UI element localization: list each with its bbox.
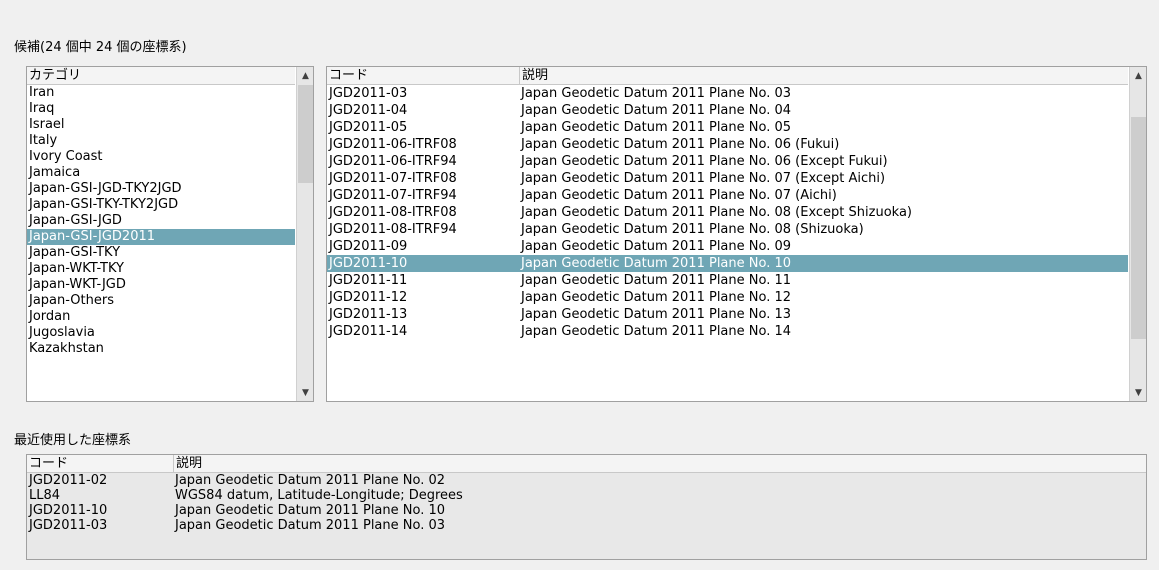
system-description: Japan Geodetic Datum 2011 Plane No. 13 bbox=[521, 307, 792, 322]
system-table-header: コード 説明 bbox=[327, 67, 1128, 85]
recent-table-header: コード 説明 bbox=[27, 455, 1146, 473]
system-description: Japan Geodetic Datum 2011 Plane No. 06 (… bbox=[521, 137, 840, 152]
system-description: Japan Geodetic Datum 2011 Plane No. 11 bbox=[521, 273, 792, 288]
category-item[interactable]: Japan-WKT-JGD bbox=[27, 277, 295, 293]
category-item[interactable]: Jamaica bbox=[27, 165, 295, 181]
recent-row[interactable]: JGD2011-03 Japan Geodetic Datum 2011 Plan… bbox=[27, 518, 1146, 533]
recent-description: Japan Geodetic Datum 2011 Plane No. 10 bbox=[175, 503, 446, 518]
system-row[interactable]: JGD2011-09 Japan Geodetic Datum 2011 Plan… bbox=[327, 238, 1128, 255]
category-item[interactable]: Italy bbox=[27, 133, 295, 149]
category-item[interactable]: Kazakhstan bbox=[27, 341, 295, 357]
system-description: Japan Geodetic Datum 2011 Plane No. 08 (… bbox=[521, 222, 864, 237]
system-row[interactable]: JGD2011-08-ITRF94 Japan Geodetic Datum 20… bbox=[327, 221, 1128, 238]
system-code: JGD2011-07-ITRF94 bbox=[329, 188, 457, 203]
system-description: Japan Geodetic Datum 2011 Plane No. 12 bbox=[521, 290, 792, 305]
recent-description: Japan Geodetic Datum 2011 Plane No. 03 bbox=[175, 518, 446, 533]
system-row[interactable]: JGD2011-03 Japan Geodetic Datum 2011 Plan… bbox=[327, 85, 1128, 102]
category-item[interactable]: Israel bbox=[27, 117, 295, 133]
category-scrollbar[interactable]: ▲ ▼ bbox=[296, 67, 313, 401]
category-item[interactable]: Ivory Coast bbox=[27, 149, 295, 165]
system-description: Japan Geodetic Datum 2011 Plane No. 05 bbox=[521, 120, 792, 135]
recent-description: Japan Geodetic Datum 2011 Plane No. 02 bbox=[175, 473, 446, 488]
system-description: Japan Geodetic Datum 2011 Plane No. 07 (… bbox=[521, 188, 837, 203]
category-item[interactable]: Jugoslavia bbox=[27, 325, 295, 341]
system-code: JGD2011-14 bbox=[329, 324, 408, 339]
recent-code: JGD2011-10 bbox=[29, 503, 108, 518]
triangle-down-icon[interactable]: ▼ bbox=[1130, 384, 1146, 401]
system-row[interactable]: JGD2011-11 Japan Geodetic Datum 2011 Plan… bbox=[327, 272, 1128, 289]
recent-row[interactable]: LL84 WGS84 datum, Latitude-Longitude; Deg… bbox=[27, 488, 1146, 503]
recent-code: JGD2011-03 bbox=[29, 518, 108, 533]
system-description: Japan Geodetic Datum 2011 Plane No. 09 bbox=[521, 239, 792, 254]
system-description: Japan Geodetic Datum 2011 Plane No. 14 bbox=[521, 324, 792, 339]
system-code: JGD2011-07-ITRF08 bbox=[329, 171, 457, 186]
recent-system-table[interactable]: コード 説明 JGD2011-02 Japan Geodetic Datum 20… bbox=[26, 454, 1147, 560]
triangle-down-icon[interactable]: ▼ bbox=[297, 384, 313, 401]
system-description: Japan Geodetic Datum 2011 Plane No. 06 (… bbox=[521, 154, 888, 169]
category-item[interactable]: Japan-GSI-TKY-TKY2JGD bbox=[27, 197, 295, 213]
category-items: Iran Iraq Israel Italy Ivory Coast Jamaica Jap… bbox=[27, 85, 295, 357]
category-item[interactable]: Japan-GSI-TKY bbox=[27, 245, 295, 261]
system-scrollbar[interactable]: ▲ ▼ bbox=[1129, 67, 1146, 401]
category-column-header[interactable]: カテゴリ bbox=[27, 67, 295, 85]
category-item[interactable]: Japan-GSI-JGD bbox=[27, 213, 295, 229]
system-code: JGD2011-08-ITRF08 bbox=[329, 205, 457, 220]
recent-description: WGS84 datum, Latitude-Longitude; Degrees bbox=[175, 488, 463, 503]
system-code: JGD2011-03 bbox=[329, 86, 408, 101]
system-scroll-thumb[interactable] bbox=[1131, 117, 1146, 339]
category-item[interactable]: Japan-GSI-JGD2011 bbox=[27, 229, 295, 245]
system-code: JGD2011-12 bbox=[329, 290, 408, 305]
triangle-up-icon[interactable]: ▲ bbox=[1130, 67, 1146, 84]
system-code: JGD2011-08-ITRF94 bbox=[329, 222, 457, 237]
system-row[interactable]: JGD2011-06-ITRF94 Japan Geodetic Datum 20… bbox=[327, 153, 1128, 170]
description-column-header[interactable]: 説明 bbox=[519, 67, 1128, 85]
system-code: JGD2011-06-ITRF94 bbox=[329, 154, 457, 169]
category-list[interactable]: カテゴリ Iran Iraq Israel Italy Ivory Coast Jamai… bbox=[26, 66, 314, 402]
system-description: Japan Geodetic Datum 2011 Plane No. 08 (… bbox=[521, 205, 912, 220]
category-scroll-thumb[interactable] bbox=[298, 85, 313, 183]
system-row[interactable]: JGD2011-14 Japan Geodetic Datum 2011 Plan… bbox=[327, 323, 1128, 340]
system-row[interactable]: JGD2011-07-ITRF08 Japan Geodetic Datum 20… bbox=[327, 170, 1128, 187]
recent-row[interactable]: JGD2011-10 Japan Geodetic Datum 2011 Plan… bbox=[27, 503, 1146, 518]
category-item[interactable]: Iraq bbox=[27, 101, 295, 117]
system-row[interactable]: JGD2011-06-ITRF08 Japan Geodetic Datum 20… bbox=[327, 136, 1128, 153]
category-header[interactable]: カテゴリ bbox=[27, 67, 295, 85]
system-code: JGD2011-04 bbox=[329, 103, 408, 118]
system-row[interactable]: JGD2011-08-ITRF08 Japan Geodetic Datum 20… bbox=[327, 204, 1128, 221]
category-item[interactable]: Japan-Others bbox=[27, 293, 295, 309]
recent-caption: 最近使用した座標系 bbox=[14, 433, 132, 448]
code-column-header[interactable]: コード bbox=[327, 67, 519, 85]
system-code: JGD2011-11 bbox=[329, 273, 408, 288]
system-code: JGD2011-06-ITRF08 bbox=[329, 137, 457, 152]
recent-code: LL84 bbox=[29, 488, 61, 503]
recent-code-column-header[interactable]: コード bbox=[27, 455, 173, 473]
system-code: JGD2011-05 bbox=[329, 120, 408, 135]
system-description: Japan Geodetic Datum 2011 Plane No. 04 bbox=[521, 103, 792, 118]
system-row[interactable]: JGD2011-05 Japan Geodetic Datum 2011 Plan… bbox=[327, 119, 1128, 136]
category-item[interactable]: Japan-WKT-TKY bbox=[27, 261, 295, 277]
system-row[interactable]: JGD2011-10 Japan Geodetic Datum 2011 Plan… bbox=[327, 255, 1128, 272]
category-item[interactable]: Jordan bbox=[27, 309, 295, 325]
recent-rows: JGD2011-02 Japan Geodetic Datum 2011 Plan… bbox=[27, 473, 1146, 533]
recent-code: JGD2011-02 bbox=[29, 473, 108, 488]
category-item[interactable]: Japan-GSI-JGD-TKY2JGD bbox=[27, 181, 295, 197]
system-row[interactable]: JGD2011-13 Japan Geodetic Datum 2011 Plan… bbox=[327, 306, 1128, 323]
system-code: JGD2011-09 bbox=[329, 239, 408, 254]
coordinate-system-table[interactable]: コード 説明 JGD2011-03 Japan Geodetic Datum 20… bbox=[326, 66, 1147, 402]
triangle-up-icon[interactable]: ▲ bbox=[297, 67, 313, 84]
system-rows: JGD2011-03 Japan Geodetic Datum 2011 Plan… bbox=[327, 85, 1128, 340]
recent-row[interactable]: JGD2011-02 Japan Geodetic Datum 2011 Plan… bbox=[27, 473, 1146, 488]
system-description: Japan Geodetic Datum 2011 Plane No. 03 bbox=[521, 86, 792, 101]
system-code: JGD2011-10 bbox=[329, 256, 408, 271]
system-code: JGD2011-13 bbox=[329, 307, 408, 322]
system-description: Japan Geodetic Datum 2011 Plane No. 10 bbox=[521, 256, 792, 271]
category-item[interactable]: Iran bbox=[27, 85, 295, 101]
system-row[interactable]: JGD2011-04 Japan Geodetic Datum 2011 Plan… bbox=[327, 102, 1128, 119]
recent-description-column-header[interactable]: 説明 bbox=[173, 455, 1146, 473]
system-description: Japan Geodetic Datum 2011 Plane No. 07 (… bbox=[521, 171, 886, 186]
candidates-caption: 候補(24 個中 24 個の座標系) bbox=[14, 40, 187, 55]
system-row[interactable]: JGD2011-12 Japan Geodetic Datum 2011 Plan… bbox=[327, 289, 1128, 306]
system-row[interactable]: JGD2011-07-ITRF94 Japan Geodetic Datum 20… bbox=[327, 187, 1128, 204]
